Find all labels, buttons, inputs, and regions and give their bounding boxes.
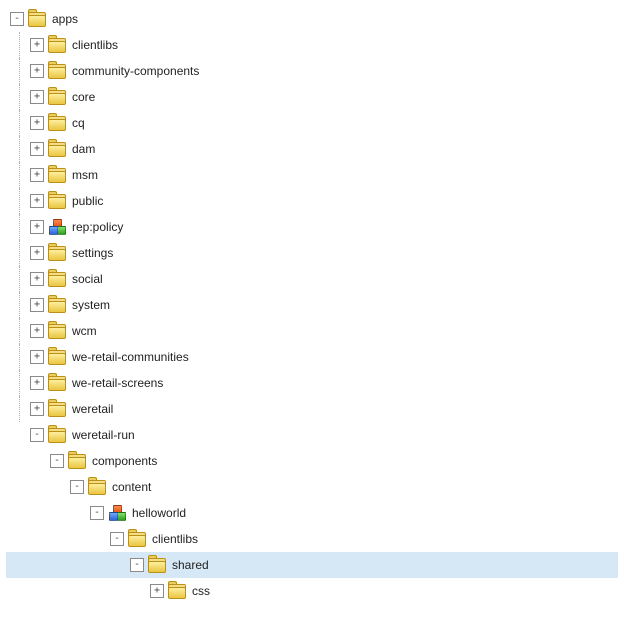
tree-item-label: helloworld — [130, 505, 188, 521]
collapse-icon[interactable]: - — [90, 506, 104, 520]
folder-icon — [48, 349, 66, 365]
folder-icon — [48, 297, 66, 313]
tree-row[interactable]: + public — [6, 188, 618, 214]
folder-icon — [48, 37, 66, 53]
tree-row[interactable]: + rep:policy — [6, 214, 618, 240]
folder-icon — [48, 167, 66, 183]
tree-item-label: community-components — [70, 63, 201, 79]
expand-icon[interactable]: + — [30, 402, 44, 416]
collapse-icon[interactable]: - — [70, 480, 84, 494]
tree-row[interactable]: - shared — [6, 552, 618, 578]
tree-row[interactable]: - weretail-run — [6, 422, 618, 448]
tree-item-label: clientlibs — [70, 37, 120, 53]
tree-item-label: cq — [70, 115, 87, 131]
expand-icon[interactable]: + — [30, 298, 44, 312]
expand-icon[interactable]: + — [30, 38, 44, 52]
folder-icon — [48, 115, 66, 131]
tree-item-label: clientlibs — [150, 531, 200, 547]
folder-icon — [48, 193, 66, 209]
collapse-icon[interactable]: - — [30, 428, 44, 442]
tree-row[interactable]: + wcm — [6, 318, 618, 344]
folder-icon — [28, 11, 46, 27]
expand-icon[interactable]: + — [30, 272, 44, 286]
folder-icon — [68, 453, 86, 469]
tree-item-label: weretail-run — [70, 427, 137, 443]
tree-item-label: msm — [70, 167, 100, 183]
tree-item-label: core — [70, 89, 97, 105]
folder-icon — [48, 245, 66, 261]
tree-row[interactable]: + social — [6, 266, 618, 292]
tree-item-label: shared — [170, 557, 211, 573]
expand-icon[interactable]: + — [30, 168, 44, 182]
folder-icon — [48, 427, 66, 443]
tree-row[interactable]: + we-retail-communities — [6, 344, 618, 370]
tree-item-label: weretail — [70, 401, 115, 417]
tree-row[interactable]: + msm — [6, 162, 618, 188]
expand-icon[interactable]: + — [30, 220, 44, 234]
tree-row[interactable]: + settings — [6, 240, 618, 266]
tree-item-label: system — [70, 297, 112, 313]
folder-icon — [128, 531, 146, 547]
tree-row[interactable]: - clientlibs — [6, 526, 618, 552]
expand-icon[interactable]: + — [30, 350, 44, 364]
expand-icon[interactable]: + — [30, 64, 44, 78]
expand-icon[interactable]: + — [30, 246, 44, 260]
expand-icon[interactable]: + — [30, 142, 44, 156]
collapse-icon[interactable]: - — [130, 558, 144, 572]
collapse-icon[interactable]: - — [50, 454, 64, 468]
folder-icon — [48, 141, 66, 157]
tree-row[interactable]: - components — [6, 448, 618, 474]
tree-item-label: public — [70, 193, 105, 209]
expand-icon[interactable]: + — [150, 584, 164, 598]
tree-row[interactable]: - apps — [6, 6, 618, 32]
expand-icon[interactable]: + — [30, 324, 44, 338]
folder-tree: - apps + clientlibs + community-components + co… — [0, 0, 618, 626]
expand-icon[interactable]: + — [30, 194, 44, 208]
tree-item-label: we-retail-screens — [70, 375, 165, 391]
tree-item-label: wcm — [70, 323, 99, 339]
collapse-icon[interactable]: - — [110, 532, 124, 546]
tree-item-label: social — [70, 271, 105, 287]
tree-row[interactable]: - content — [6, 474, 618, 500]
component-icon — [108, 505, 126, 521]
folder-icon — [48, 323, 66, 339]
folder-icon — [48, 375, 66, 391]
tree-row[interactable]: + dam — [6, 136, 618, 162]
tree-item-label: css — [190, 583, 212, 599]
tree-item-label: we-retail-communities — [70, 349, 191, 365]
tree-item-label: settings — [70, 245, 115, 261]
folder-icon — [48, 401, 66, 417]
folder-icon — [168, 583, 186, 599]
collapse-icon[interactable]: - — [10, 12, 24, 26]
folder-icon — [48, 271, 66, 287]
tree-row[interactable]: + we-retail-screens — [6, 370, 618, 396]
tree-item-label: dam — [70, 141, 97, 157]
tree-row[interactable]: + system — [6, 292, 618, 318]
expand-icon[interactable]: + — [30, 116, 44, 130]
tree-row[interactable]: + community-components — [6, 58, 618, 84]
tree-row[interactable]: + core — [6, 84, 618, 110]
component-icon — [48, 219, 66, 235]
tree-item-label: content — [110, 479, 153, 495]
tree-item-label: rep:policy — [70, 219, 125, 235]
folder-icon — [148, 557, 166, 573]
folder-icon — [48, 63, 66, 79]
expand-icon[interactable]: + — [30, 90, 44, 104]
folder-icon — [48, 89, 66, 105]
tree-row[interactable]: + cq — [6, 110, 618, 136]
tree-row[interactable]: + css — [6, 578, 618, 604]
tree-item-label: components — [90, 453, 159, 469]
tree-row[interactable]: + clientlibs — [6, 32, 618, 58]
tree-item-label: apps — [50, 11, 80, 27]
folder-icon — [88, 479, 106, 495]
tree-row[interactable]: - helloworld — [6, 500, 618, 526]
tree-row[interactable]: + weretail — [6, 396, 618, 422]
expand-icon[interactable]: + — [30, 376, 44, 390]
